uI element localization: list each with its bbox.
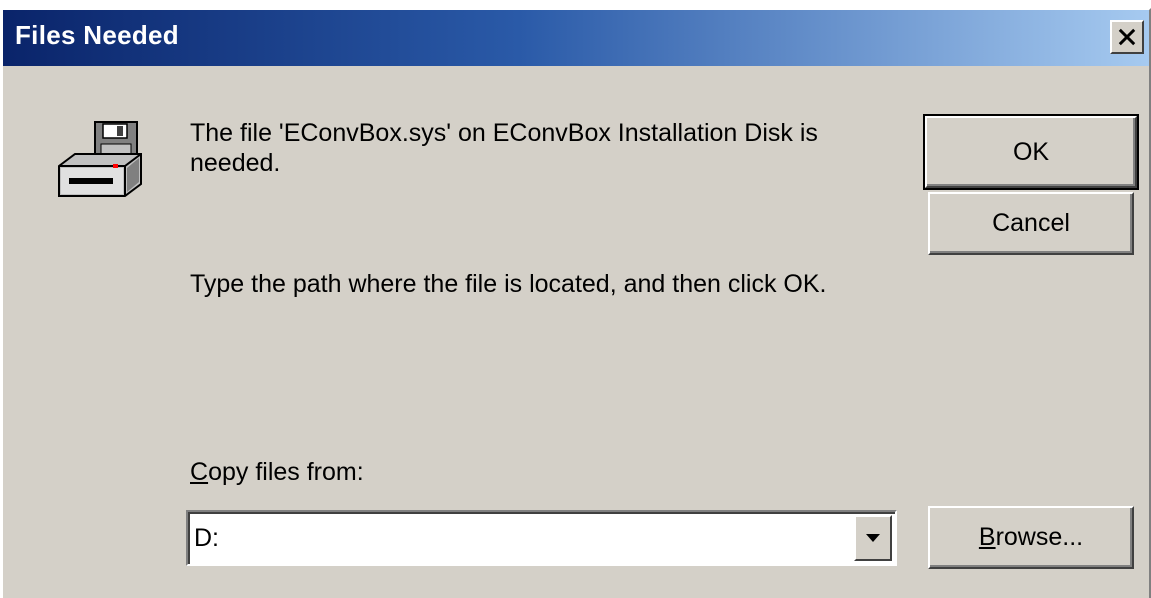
chevron-down-icon <box>866 534 880 542</box>
close-icon <box>1118 28 1136 46</box>
browse-label-rest: rowse... <box>995 523 1084 551</box>
files-needed-dialog: Files Needed The file 'EConvBox.sys' on … <box>0 8 1151 598</box>
disk-drive-icon <box>58 121 142 197</box>
copy-files-from-input[interactable] <box>194 518 844 558</box>
browse-button[interactable]: Browse... <box>928 506 1134 569</box>
dialog-title: Files Needed <box>15 20 179 50</box>
message-file-needed: The file 'EConvBox.sys' on EConvBox Inst… <box>190 119 818 177</box>
title-bar[interactable]: Files Needed <box>3 10 1149 66</box>
browse-mnemonic: B <box>978 523 996 551</box>
copy-label-rest: opy files from: <box>208 458 364 486</box>
close-button[interactable] <box>1110 20 1144 54</box>
cancel-button[interactable]: Cancel <box>928 192 1134 255</box>
ok-button[interactable]: OK <box>923 114 1139 190</box>
copy-files-from-label: Copy files from: <box>190 458 364 487</box>
copy-files-from-combobox[interactable] <box>186 510 897 566</box>
dropdown-button[interactable] <box>854 515 892 561</box>
copy-label-mnemonic: C <box>190 458 209 486</box>
message-instructions: Type the path where the file is located,… <box>190 270 827 298</box>
